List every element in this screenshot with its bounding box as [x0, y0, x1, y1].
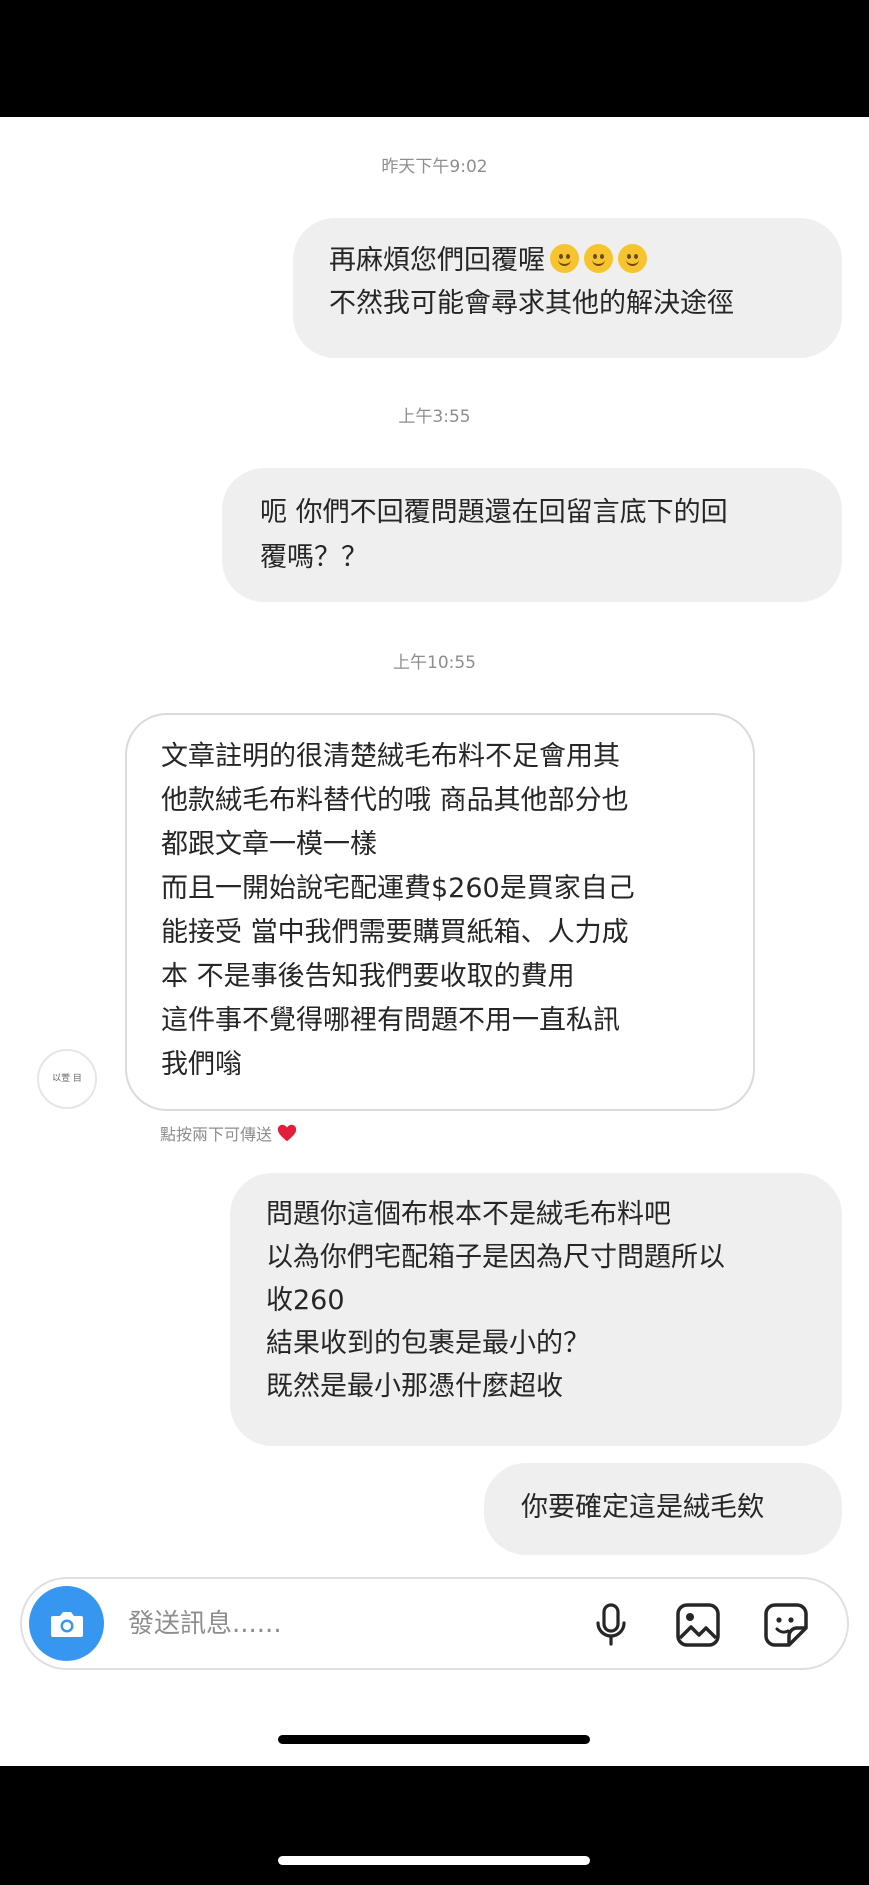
- hint-text: 點按兩下可傳送: [160, 1125, 273, 1144]
- camera-icon: [50, 1611, 83, 1637]
- message-line: 覆嗎？？: [260, 542, 368, 573]
- sticker-button[interactable]: [760, 1599, 812, 1651]
- avatar[interactable]: 以萱 目: [37, 1049, 97, 1109]
- smile-emoji: [550, 244, 579, 273]
- message-bubble-sent[interactable]: 問題你這個布根本不是絨毛布料吧 以為你們宅配箱子是因為尺寸問題所以 收260 結…: [230, 1173, 842, 1446]
- message-line: 結果收到的包裹是最小的？: [266, 1328, 590, 1359]
- message-line: 收260: [266, 1285, 345, 1316]
- home-indicator-bar: [278, 1735, 590, 1744]
- message-line: 我們嗡: [161, 1049, 242, 1080]
- gallery-button[interactable]: [672, 1599, 724, 1651]
- message-line: 而且一開始說宅配運費$260是買家自己: [161, 873, 635, 904]
- microphone-icon: [596, 1603, 626, 1646]
- avatar-label: 以萱 目: [52, 1074, 82, 1084]
- smile-emoji: [584, 244, 613, 273]
- timestamp: 上午3:55: [398, 407, 471, 427]
- message-line: 這件事不覺得哪裡有問題不用一直私訊: [161, 1005, 620, 1036]
- message-line: 能接受 當中我們需要購買紙箱、人力成: [161, 917, 629, 948]
- smile-emoji: [618, 244, 647, 273]
- timestamp: 昨天下午9:02: [381, 157, 488, 177]
- timestamp: 上午10:55: [393, 653, 476, 673]
- message-line: 你要確定這是絨毛欸: [521, 1492, 764, 1523]
- home-indicator-area: [0, 1766, 869, 1885]
- message-line: 都跟文章一模一樣: [161, 829, 377, 860]
- heart-icon[interactable]: [276, 1122, 298, 1144]
- message-line: 呃 你們不回覆問題還在回留言底下的回: [260, 497, 728, 528]
- message-bubble-received[interactable]: 文章註明的很清楚絨毛布料不足會用其 他款絨毛布料替代的哦 商品其他部分也 都跟文…: [125, 713, 755, 1111]
- microphone-button[interactable]: [585, 1599, 637, 1651]
- message-line: 本 不是事後告知我們要收取的費用: [161, 961, 575, 992]
- message-line: 文章註明的很清楚絨毛布料不足會用其: [161, 741, 620, 772]
- sticker-icon: [764, 1603, 808, 1647]
- double-tap-hint: 點按兩下可傳送: [160, 1121, 298, 1145]
- message-line: 以為你們宅配箱子是因為尺寸問題所以: [266, 1242, 725, 1273]
- message-bubble-sent[interactable]: 你要確定這是絨毛欸: [484, 1463, 842, 1555]
- message-line: 再麻煩您們回覆喔: [329, 245, 545, 276]
- status-bar-area: [0, 0, 869, 117]
- message-line: 既然是最小那憑什麼超收: [266, 1371, 563, 1402]
- message-composer: [20, 1577, 849, 1670]
- message-line: 不然我可能會尋求其他的解決途徑: [329, 288, 734, 319]
- message-bubble-sent[interactable]: 再麻煩您們回覆喔 不然我可能會尋求其他的解決途徑: [293, 218, 842, 358]
- message-input[interactable]: [128, 1601, 458, 1647]
- image-icon: [676, 1603, 720, 1647]
- message-line: 他款絨毛布料替代的哦 商品其他部分也: [161, 785, 629, 816]
- message-line: 問題你這個布根本不是絨毛布料吧: [266, 1199, 671, 1230]
- home-indicator[interactable]: [278, 1856, 590, 1865]
- message-bubble-sent[interactable]: 呃 你們不回覆問題還在回留言底下的回 覆嗎？？: [222, 468, 842, 602]
- camera-button[interactable]: [29, 1586, 104, 1661]
